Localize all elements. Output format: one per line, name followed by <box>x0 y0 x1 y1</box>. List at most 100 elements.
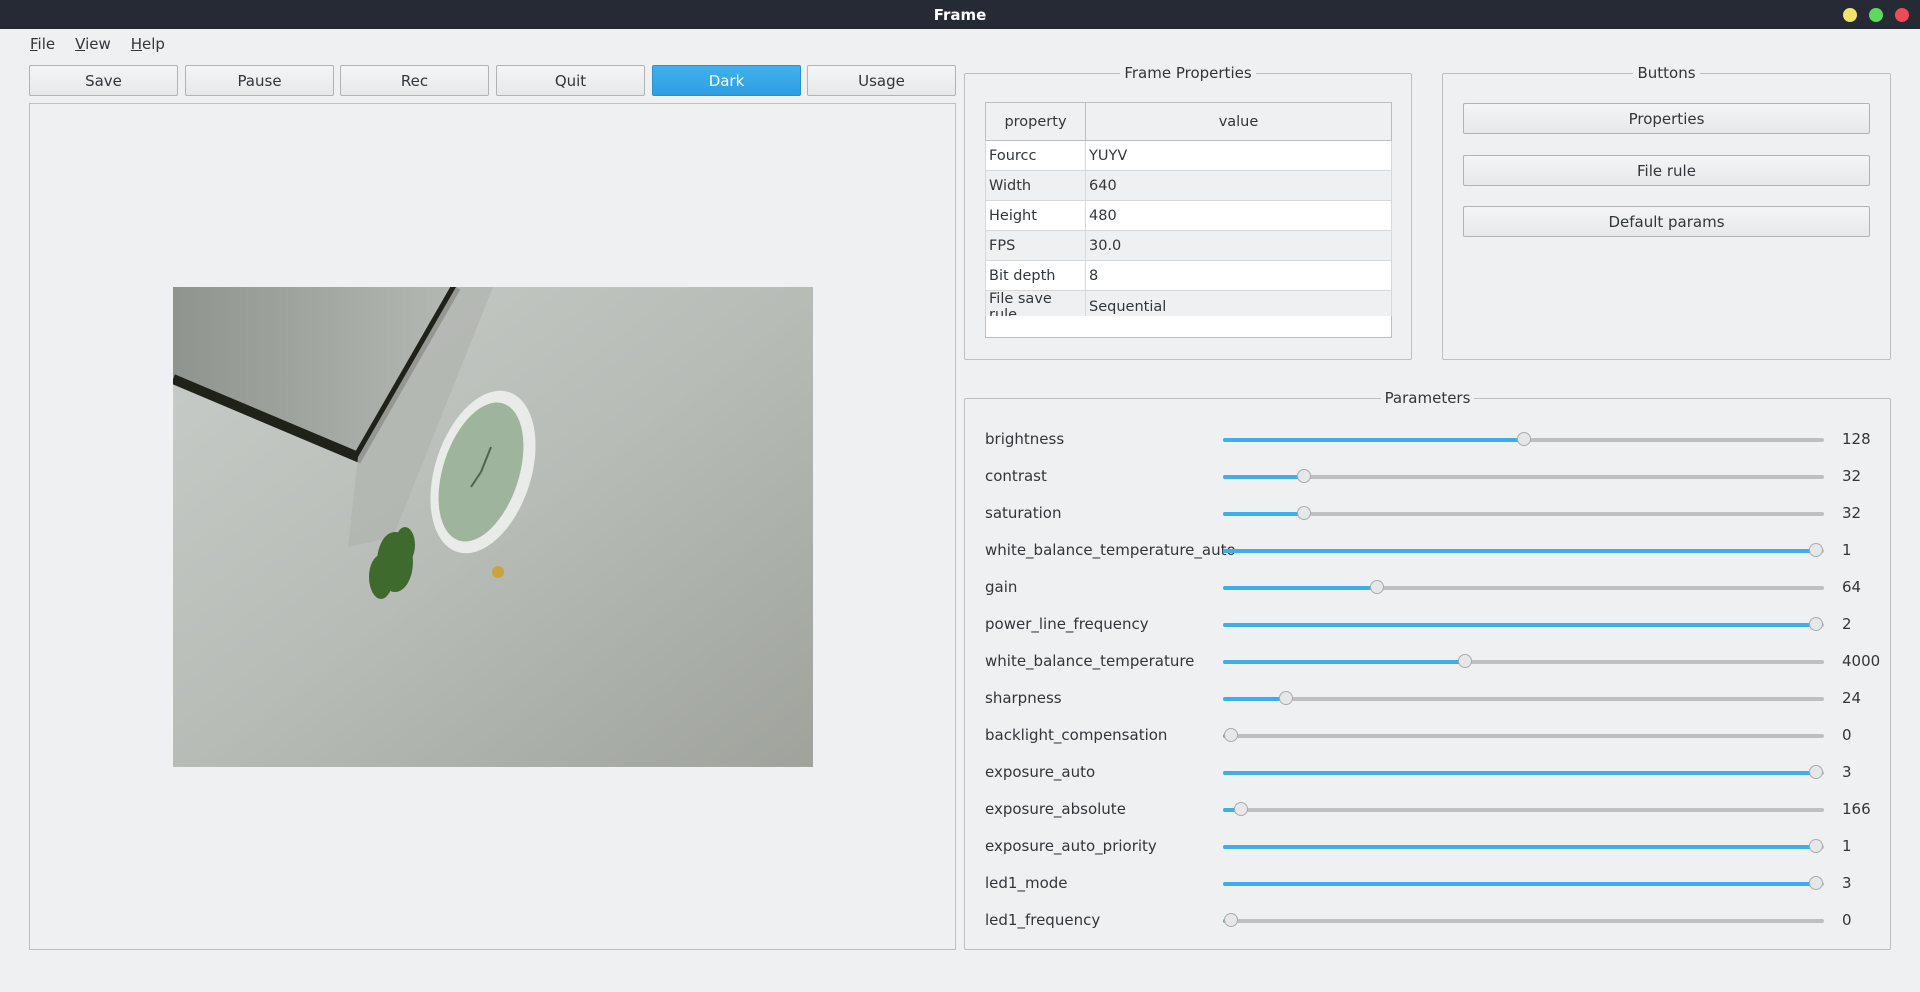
usage-button[interactable]: Usage <box>807 65 956 96</box>
param-value: 4000 <box>1842 652 1881 670</box>
frame-properties-group: Frame Properties property value Fourcc YU… <box>964 64 1412 360</box>
menu-view[interactable]: View <box>65 32 121 56</box>
save-button[interactable]: Save <box>29 65 178 96</box>
param-row-brightness: brightness 128 <box>985 424 1885 454</box>
value-cell: 30.0 <box>1085 230 1392 261</box>
menu-file[interactable]: File <box>20 32 65 56</box>
param-value: 0 <box>1842 726 1852 744</box>
param-row-led1-mode: led1_mode 3 <box>985 868 1885 898</box>
slider-fill <box>1223 660 1465 664</box>
frame-properties-title: Frame Properties <box>1120 64 1256 82</box>
slider-fill <box>1223 586 1378 590</box>
slider-handle[interactable] <box>1297 506 1312 520</box>
maximize-button[interactable] <box>1869 8 1883 22</box>
param-slider[interactable] <box>1223 913 1824 927</box>
rec-button[interactable]: Rec <box>340 65 489 96</box>
param-slider[interactable] <box>1223 469 1824 483</box>
param-row-gain: gain 64 <box>985 572 1885 602</box>
slider-fill <box>1223 475 1305 479</box>
value-cell: 480 <box>1085 200 1392 231</box>
quit-button[interactable]: Quit <box>496 65 645 96</box>
slider-handle[interactable] <box>1516 432 1531 446</box>
param-value: 166 <box>1842 800 1871 818</box>
buttons-group-title: Buttons <box>1633 64 1700 82</box>
param-row-white-balance-temperature-auto: white_balance_temperature_auto 1 <box>985 535 1885 565</box>
param-slider[interactable] <box>1223 691 1824 705</box>
properties-table: property value Fourcc YUYV Width 640 Heigh… <box>985 102 1392 324</box>
slider-handle[interactable] <box>1809 839 1823 853</box>
table-row[interactable]: Fourcc YUYV <box>985 140 1392 171</box>
value-cell: YUYV <box>1085 140 1392 171</box>
slider-handle[interactable] <box>1297 469 1312 483</box>
param-value: 1 <box>1842 837 1852 855</box>
slider-handle[interactable] <box>1233 802 1248 816</box>
param-slider[interactable] <box>1223 617 1824 631</box>
param-value: 1 <box>1842 541 1852 559</box>
param-row-exposure-absolute: exposure_absolute 166 <box>985 794 1885 824</box>
param-label: white_balance_temperature <box>985 652 1195 670</box>
param-slider[interactable] <box>1223 506 1824 520</box>
param-row-exposure-auto: exposure_auto 3 <box>985 757 1885 787</box>
slider-fill <box>1223 549 1816 553</box>
param-slider[interactable] <box>1223 839 1824 853</box>
slider-handle[interactable] <box>1458 654 1472 668</box>
param-value: 24 <box>1842 689 1862 707</box>
menu-help[interactable]: Help <box>121 32 175 56</box>
slider-fill <box>1223 438 1524 442</box>
parameters-group: Parameters brightness 128 contrast 32 satura… <box>964 389 1891 950</box>
param-label: white_balance_temperature_auto <box>985 541 1236 559</box>
pause-button[interactable]: Pause <box>185 65 334 96</box>
param-slider[interactable] <box>1223 543 1824 557</box>
param-row-contrast: contrast 32 <box>985 461 1885 491</box>
column-header-value[interactable]: value <box>1085 102 1392 141</box>
param-row-led1-frequency: led1_frequency 0 <box>985 905 1885 935</box>
param-slider[interactable] <box>1223 876 1824 890</box>
file-rule-button[interactable]: File rule <box>1463 155 1870 186</box>
table-row[interactable]: FPS 30.0 <box>985 230 1392 261</box>
param-row-exposure-auto-priority: exposure_auto_priority 1 <box>985 831 1885 861</box>
property-cell: FPS <box>985 230 1086 261</box>
slider-handle[interactable] <box>1370 580 1385 594</box>
buttons-group: Buttons Properties File rule Default par… <box>1442 64 1891 360</box>
param-label: brightness <box>985 430 1065 448</box>
property-cell: Width <box>985 170 1086 201</box>
param-row-white-balance-temperature: white_balance_temperature 4000 <box>985 646 1885 676</box>
slider-fill <box>1223 623 1816 627</box>
param-slider[interactable] <box>1223 432 1824 446</box>
param-slider[interactable] <box>1223 728 1824 742</box>
slider-handle[interactable] <box>1809 543 1823 557</box>
param-label: exposure_auto <box>985 763 1096 781</box>
param-label: power_line_frequency <box>985 615 1149 633</box>
param-value: 64 <box>1842 578 1862 596</box>
slider-handle[interactable] <box>1224 913 1238 927</box>
window-title: Frame <box>933 5 987 24</box>
param-label: led1_frequency <box>985 911 1101 929</box>
column-header-property[interactable]: property <box>985 102 1086 141</box>
slider-handle[interactable] <box>1809 876 1823 890</box>
default-params-button[interactable]: Default params <box>1463 206 1870 237</box>
camera-image <box>173 287 813 767</box>
param-slider[interactable] <box>1223 654 1824 668</box>
param-slider[interactable] <box>1223 580 1824 594</box>
value-cell: 640 <box>1085 170 1392 201</box>
minimize-button[interactable] <box>1843 8 1857 22</box>
dark-button[interactable]: Dark <box>652 65 801 96</box>
param-label: contrast <box>985 467 1047 485</box>
table-row[interactable]: Bit depth 8 <box>985 260 1392 291</box>
table-row[interactable]: Height 480 <box>985 200 1392 231</box>
param-slider[interactable] <box>1223 765 1824 779</box>
param-value: 0 <box>1842 911 1852 929</box>
table-row[interactable]: Width 640 <box>985 170 1392 201</box>
param-label: gain <box>985 578 1018 596</box>
properties-button[interactable]: Properties <box>1463 103 1870 134</box>
slider-handle[interactable] <box>1224 728 1238 742</box>
close-button[interactable] <box>1895 8 1909 22</box>
slider-handle[interactable] <box>1809 617 1823 631</box>
param-row-backlight-compensation: backlight_compensation 0 <box>985 720 1885 750</box>
param-label: led1_mode <box>985 874 1068 892</box>
slider-handle[interactable] <box>1809 765 1823 779</box>
table-empty-area <box>985 316 1392 338</box>
slider-handle[interactable] <box>1278 691 1293 705</box>
param-value: 2 <box>1842 615 1852 633</box>
param-slider[interactable] <box>1223 802 1824 816</box>
